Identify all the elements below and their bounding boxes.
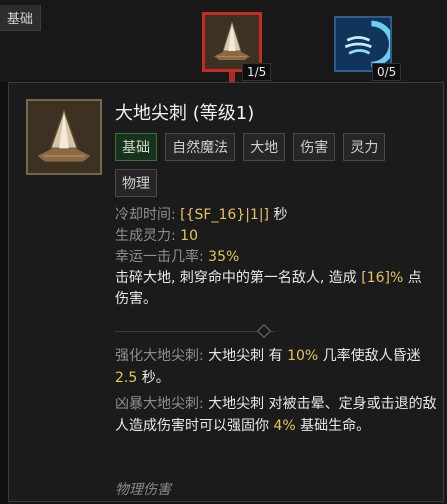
skill-tooltip: 大地尖刺 (等级1) 基础 自然魔法 大地 伤害 灵力 物理 冷却时间: [{S… [8, 82, 444, 502]
skill-stats: 冷却时间: [{SF_16}|1|] 秒 生成灵力: 10 幸运一击几率: 35… [115, 205, 435, 310]
cooldown-line: 冷却时间: [{SF_16}|1|] 秒 [115, 207, 288, 223]
section-label: 基础 [0, 5, 42, 31]
skill-tags: 基础 自然魔法 大地 伤害 灵力 物理 [115, 133, 435, 205]
tooltip-skill-icon [26, 99, 102, 175]
spirit-line: 生成灵力: 10 [115, 228, 198, 244]
skill-rank: 0/5 [372, 63, 402, 81]
divider [115, 331, 275, 332]
damage-type: 物理伤害 [115, 482, 171, 498]
skill-rank: 1/5 [242, 63, 272, 81]
skill-tree-page: 基础 1/5 0/5 大地尖刺 (等级1) 基础 自然魔法 大地 伤害 灵力 物… [0, 0, 447, 504]
upgrade-enhanced: 强化大地尖刺: 大地尖刺 有 10% 几率使敌人昏迷 2.5 秒。 [115, 348, 421, 386]
upgrade-fierce: 凶暴大地尖刺: 大地尖刺 对被击晕、定身或击退的敌人造成伤害时可以强固你 4% … [115, 396, 437, 434]
tag-basic: 基础 [115, 133, 157, 161]
lucky-hit-line: 幸运一击几率: 35% [115, 249, 240, 265]
skill-upgrades: 强化大地尖刺: 大地尖刺 有 10% 几率使敌人昏迷 2.5 秒。 凶暴大地尖刺… [115, 345, 441, 441]
tag-spirit: 灵力 [343, 133, 386, 161]
earth-spike-icon [28, 101, 100, 173]
panel-edge [0, 82, 8, 504]
skill-description: 击碎大地, 刺穿命中的第一名敌人, 造成 [16]% 点伤害。 [115, 270, 422, 307]
tag-nature-magic: 自然魔法 [165, 133, 236, 161]
skill-title: 大地尖刺 (等级1) [115, 103, 255, 124]
tag-physical: 物理 [115, 169, 157, 197]
divider-diamond-icon [256, 323, 272, 339]
earth-spike-icon [205, 15, 259, 69]
tag-damage: 伤害 [293, 133, 336, 161]
tag-earth: 大地 [243, 133, 286, 161]
